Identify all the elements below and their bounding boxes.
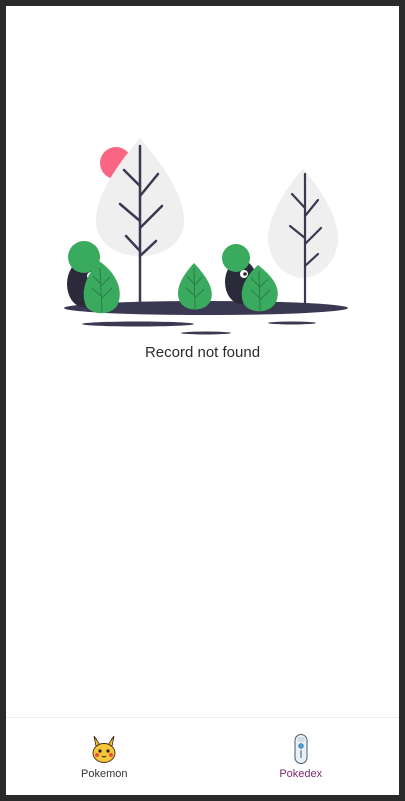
left-peeking-figure bbox=[67, 241, 120, 314]
pokedex-device-icon bbox=[294, 734, 308, 764]
record-not-found-message: Record not found bbox=[144, 344, 261, 361]
right-tree-canopy bbox=[268, 169, 338, 278]
ground-shadow-small bbox=[82, 321, 194, 327]
nav-item-pokemon[interactable]: Pokemon bbox=[6, 718, 203, 795]
pikachu-icon bbox=[92, 735, 116, 763]
nav-item-pokedex[interactable]: Pokedex bbox=[203, 718, 400, 795]
app-screen: Record not found Pokemon Pokedex bbox=[6, 6, 399, 795]
ground-shadow-right bbox=[268, 321, 316, 325]
forest-illustration bbox=[64, 138, 348, 335]
nav-label-pokedex: Pokedex bbox=[279, 768, 323, 780]
nav-label-pokemon: Pokemon bbox=[81, 768, 128, 780]
bottom-navigation: Pokemon Pokedex bbox=[6, 717, 399, 795]
middle-bush bbox=[177, 263, 212, 311]
ground-shadow-tiny bbox=[181, 331, 231, 335]
